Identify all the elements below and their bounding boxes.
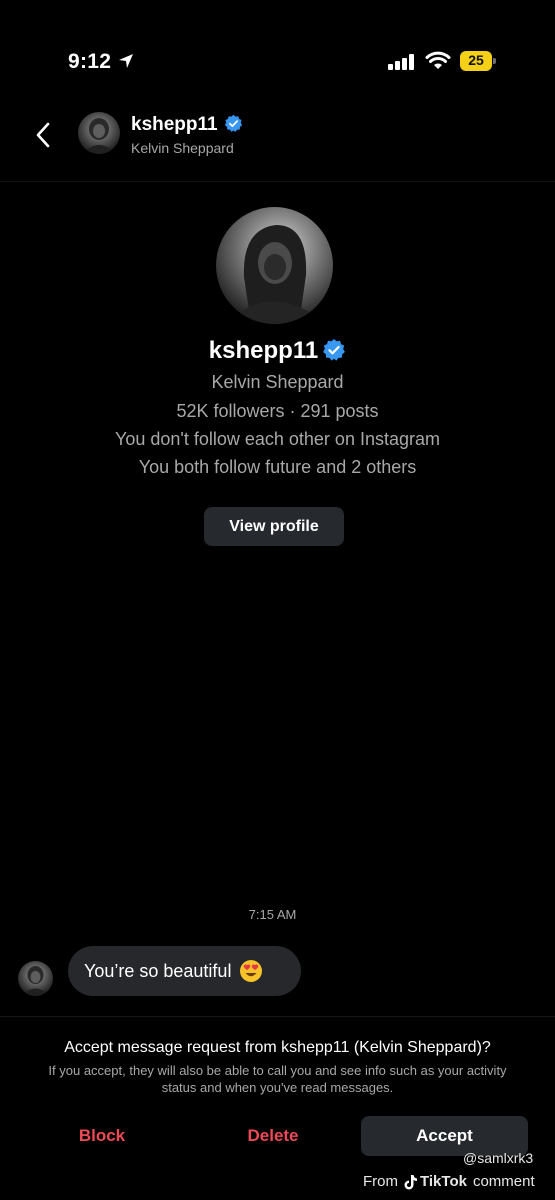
profile-username-row: kshepp11 bbox=[0, 337, 555, 365]
block-button[interactable]: Block bbox=[60, 1118, 144, 1154]
watermark-brand: TikTok bbox=[420, 1173, 467, 1190]
verified-badge-icon bbox=[224, 114, 242, 132]
message-timestamp: 7:15 AM bbox=[248, 907, 297, 922]
sender-avatar[interactable] bbox=[18, 961, 53, 996]
profile-username: kshepp11 bbox=[208, 337, 319, 364]
signal-icon bbox=[388, 54, 414, 70]
chat-header: kshepp11 Kelvin Sheppard bbox=[0, 100, 555, 182]
watermark-from: From bbox=[363, 1173, 398, 1190]
watermark-suffix: comment bbox=[472, 1173, 535, 1190]
view-profile-button[interactable]: View profile bbox=[204, 507, 344, 546]
mutual-followers: You both follow future and 2 others bbox=[138, 457, 417, 477]
wifi-icon bbox=[425, 51, 451, 69]
delete-button[interactable]: Delete bbox=[230, 1118, 316, 1154]
status-bar: 9:12 25 bbox=[0, 0, 555, 100]
request-title: Accept message request from kshepp11 (Ke… bbox=[64, 1039, 491, 1056]
message-text: You’re so beautiful bbox=[84, 960, 232, 981]
header-username-row[interactable]: kshepp11 bbox=[131, 114, 243, 136]
heart-eyes-emoji-icon bbox=[240, 960, 263, 982]
avatar-image bbox=[18, 961, 53, 996]
profile-avatar[interactable] bbox=[216, 207, 333, 324]
message-bubble[interactable]: You’re so beautiful bbox=[68, 946, 301, 996]
watermark-source: From TikTok comment bbox=[363, 1173, 535, 1190]
location-arrow-icon bbox=[119, 54, 133, 68]
watermark-handle: @samlxrk3 bbox=[463, 1150, 534, 1166]
header-username: kshepp11 bbox=[131, 114, 218, 135]
status-time: 9:12 bbox=[68, 50, 112, 73]
chevron-left-icon bbox=[36, 122, 50, 148]
tiktok-logo-icon bbox=[404, 1174, 417, 1189]
header-full-name: Kelvin Sheppard bbox=[131, 140, 234, 156]
request-description: If you accept, they will also be able to… bbox=[48, 1063, 507, 1095]
battery-cap bbox=[493, 58, 496, 64]
header-avatar[interactable] bbox=[78, 112, 120, 154]
battery-level: 25 bbox=[468, 52, 484, 68]
profile-full-name: Kelvin Sheppard bbox=[211, 372, 344, 392]
avatar-image bbox=[216, 207, 333, 324]
profile-stats: 52K followers · 291 posts bbox=[176, 401, 379, 421]
avatar-image bbox=[78, 112, 120, 154]
follow-status: You don't follow each other on Instagram bbox=[115, 429, 440, 449]
verified-badge-icon bbox=[323, 339, 346, 361]
back-button[interactable] bbox=[28, 118, 58, 152]
battery-icon: 25 bbox=[460, 51, 496, 71]
